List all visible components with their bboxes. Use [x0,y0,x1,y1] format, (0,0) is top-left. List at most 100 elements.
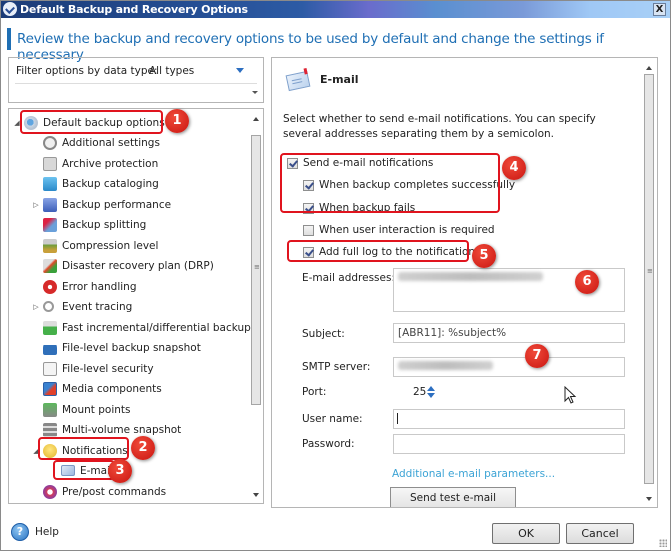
password-field[interactable] [393,434,625,454]
media-icon [43,381,57,396]
section-title: E-mail [320,73,359,86]
tree-item-backup-splitting[interactable]: Backup splitting [43,215,146,234]
stepper-down-icon[interactable] [427,393,435,398]
tree-item-error-handling[interactable]: Error handling [43,277,137,296]
tree-item-label: Additional settings [62,136,160,149]
tree-item-label: Pre/post commands [62,485,167,498]
annotation-highlight-1 [20,110,163,134]
tree-item-backup-performance[interactable]: ▷ Backup performance [32,195,171,214]
tree-item-label: Backup splitting [62,218,147,231]
username-field[interactable] [393,409,625,429]
commands-icon [43,484,57,499]
settings-pane: E-mail Select whether to send e-mail not… [271,57,658,508]
tree-item-backup-cataloging[interactable]: Backup cataloging [43,174,159,193]
tree-item-compression-level[interactable]: Compression level [43,236,158,255]
scroll-up-arrow-icon[interactable] [253,117,259,121]
cancel-button[interactable]: Cancel [566,523,634,544]
smtp-server-field[interactable] [393,357,625,377]
tree-item-label: Multi-volume snapshot [62,423,182,436]
user-interaction-checkbox[interactable]: When user interaction is required [303,224,495,236]
checkbox-label: When user interaction is required [319,224,495,236]
tree-item-archive-protection[interactable]: Archive protection [43,154,158,173]
ok-button[interactable]: OK [492,523,560,544]
tree-item-file-level-security[interactable]: File-level security [43,359,154,378]
window-title: Default Backup and Recovery Options [20,3,248,16]
gear-icon [43,135,57,150]
drp-icon [43,258,57,273]
subject-field[interactable]: [ABR11]: %subject% [393,323,625,343]
envelope-icon [285,70,311,92]
annotation-badge-1: 1 [165,109,189,133]
annotation-badge-6: 6 [575,270,599,294]
close-button[interactable]: X [653,3,666,16]
scroll-down-arrow-icon[interactable] [646,497,652,501]
tree-item-label: File-level security [62,362,154,375]
annotation-badge-4: 4 [502,156,526,180]
port-value[interactable]: 25 [413,386,426,398]
performance-icon [43,197,57,212]
tree-item-label: Event tracing [62,300,133,313]
email-addresses-label: E-mail addresses: [302,272,395,284]
tree-item-additional-settings[interactable]: Additional settings [43,133,160,152]
tree-item-label: File-level backup snapshot [62,341,201,354]
lock-icon [43,361,57,376]
additional-parameters-link[interactable]: Additional e-mail parameters... [392,468,555,480]
snapshot-icon [43,340,57,355]
panel-expand-icon[interactable] [252,91,258,94]
tree-item-event-tracing[interactable]: ▷ Event tracing [32,297,132,316]
tree-item-mount-points[interactable]: Mount points [43,400,131,419]
tree-item-drp[interactable]: Disaster recovery plan (DRP) [43,256,214,275]
annotation-badge-2: 2 [131,436,155,460]
mouse-cursor-icon [564,386,577,404]
tree-item-media-components[interactable]: Media components [43,379,162,398]
tree-item-label: Backup performance [62,198,172,211]
filter-label: Filter options by data type: [16,65,158,77]
magnifier-icon [43,301,54,312]
scrollbar-thumb[interactable]: ≡ [644,74,654,484]
annotation-badge-7: 7 [525,344,549,368]
filter-dropdown[interactable]: All types [149,65,194,77]
error-icon [43,279,57,294]
expand-arrow-icon[interactable]: ▷ [32,303,40,311]
scroll-down-arrow-icon[interactable] [253,493,259,497]
tree-scrollbar[interactable]: ≡ [250,111,262,501]
multi-volume-icon [43,422,57,437]
help-link[interactable]: Help [35,526,59,538]
fast-backup-icon [43,320,57,335]
checkbox-unchecked-icon[interactable] [303,224,314,236]
grip-icon: ≡ [254,263,260,271]
tree-item-label: Disaster recovery plan (DRP) [62,259,214,272]
expand-arrow-icon[interactable]: ▷ [32,201,40,209]
scrollbar-thumb[interactable]: ≡ [251,135,261,405]
settings-scrollbar[interactable]: ≡ [643,60,655,505]
tree-item-file-level-snapshot[interactable]: File-level backup snapshot [43,338,201,357]
help-icon[interactable]: ? [11,523,29,541]
port-stepper[interactable] [427,386,435,398]
tree-item-label: Archive protection [62,157,159,170]
tree-item-label: Mount points [62,403,131,416]
scroll-up-arrow-icon[interactable] [646,66,652,70]
tree-item-label: Error handling [62,280,137,293]
annotation-highlight-2 [38,437,129,460]
stepper-up-icon[interactable] [427,386,435,391]
tree-item-label: Fast incremental/differential backup [62,321,251,334]
chevron-down-icon[interactable] [236,68,244,73]
password-label: Password: [302,438,355,450]
section-description: Select whether to send e-mail notificati… [283,113,596,140]
title-bar[interactable]: Default Backup and Recovery Options X [1,1,670,18]
redacted-value [398,361,493,370]
username-label: User name: [302,413,363,425]
send-test-email-button[interactable]: Send test e-mail message [390,487,516,507]
annotation-highlight-3 [53,460,115,480]
resize-grip-icon[interactable] [659,539,667,547]
split-icon [43,217,57,232]
header-accent [7,28,11,50]
smtp-server-label: SMTP server: [302,361,371,373]
divider [15,83,257,84]
port-label: Port: [302,386,327,398]
annotation-badge-5: 5 [472,244,496,268]
tree-item-fast-incremental[interactable]: Fast incremental/differential backup [43,318,251,337]
tree-item-pre-post-commands[interactable]: Pre/post commands [43,482,166,501]
text-caret [397,413,398,424]
annotation-highlight-5 [287,240,469,262]
